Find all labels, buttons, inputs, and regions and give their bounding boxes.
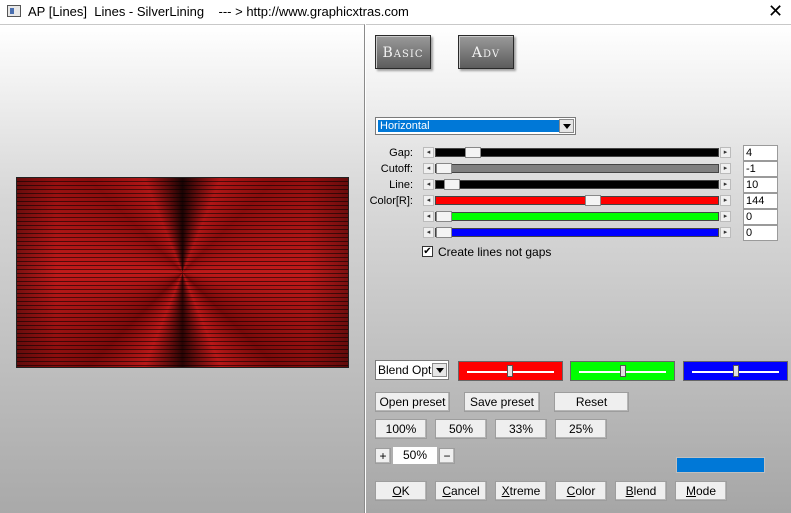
slider-left-arrow-icon[interactable]: ◂ [423, 227, 434, 238]
basic-button[interactable]: Basic [375, 35, 431, 69]
slider-right-arrow-icon[interactable]: ▸ [720, 147, 731, 158]
settings-pane [366, 24, 791, 513]
slider-label-gap: Gap: [389, 147, 413, 159]
slider-thumb-color_b[interactable] [436, 227, 452, 238]
direction-select[interactable]: Horizontal [375, 117, 576, 135]
zoom-value-field[interactable]: 50% [393, 447, 437, 464]
zoom-out-button[interactable]: − [439, 448, 455, 464]
preview-image [16, 177, 349, 368]
app-icon [7, 5, 21, 17]
green-channel-slider[interactable] [570, 361, 675, 381]
slider-thumb-line[interactable] [443, 179, 460, 190]
slider-left-arrow-icon[interactable]: ◂ [423, 147, 434, 158]
zoom-25-button[interactable]: 25% [555, 419, 607, 439]
slider-track-line[interactable] [435, 180, 719, 189]
window-title: AP [Lines] Lines - SilverLining --- > ht… [28, 4, 409, 19]
blend-button[interactable]: Blend [615, 481, 667, 501]
direction-select-value: Horizontal [378, 120, 559, 132]
slider-thumb-gap[interactable] [465, 147, 482, 158]
color-button[interactable]: Color [555, 481, 607, 501]
slider-value-cutoff[interactable]: -1 [743, 161, 778, 177]
slider-left-arrow-icon[interactable]: ◂ [423, 195, 434, 206]
slider-label-line: Line: [389, 179, 413, 191]
adv-button[interactable]: Adv [458, 35, 514, 69]
blue-channel-thumb[interactable] [733, 365, 739, 377]
slider-value-color_r[interactable]: 144 [743, 193, 778, 209]
slider-right-arrow-icon[interactable]: ▸ [720, 179, 731, 190]
create-lines-checkbox[interactable]: ✔ [422, 246, 433, 257]
slider-label-color_r: Color[R]: [369, 195, 413, 207]
zoom-100-button[interactable]: 100% [375, 419, 427, 439]
color-swatch[interactable] [676, 457, 765, 473]
mode-button[interactable]: Mode [675, 481, 727, 501]
slider-thumb-color_r[interactable] [584, 195, 601, 206]
slider-value-color_g[interactable]: 0 [743, 209, 778, 225]
slider-value-color_b[interactable]: 0 [743, 225, 778, 241]
slider-left-arrow-icon[interactable]: ◂ [423, 179, 434, 190]
create-lines-label: Create lines not gaps [438, 245, 552, 259]
xtreme-button[interactable]: Xtreme [495, 481, 547, 501]
chevron-down-icon[interactable] [432, 363, 447, 377]
green-channel-thumb[interactable] [620, 365, 626, 377]
chevron-down-icon[interactable] [559, 119, 574, 133]
slider-track-cutoff[interactable] [435, 164, 719, 173]
cancel-button[interactable]: Cancel [435, 481, 487, 501]
title-bar: AP [Lines] Lines - SilverLining --- > ht… [0, 0, 791, 24]
slider-track-color_r[interactable] [435, 196, 719, 205]
blend-options-value: Blend Optio [378, 363, 432, 377]
slider-track-color_b[interactable] [435, 228, 719, 237]
slider-label-cutoff: Cutoff: [380, 163, 413, 175]
slider-right-arrow-icon[interactable]: ▸ [720, 211, 731, 222]
open-preset-button[interactable]: Open preset [375, 392, 450, 412]
blend-options-select[interactable]: Blend Optio [375, 360, 449, 380]
slider-right-arrow-icon[interactable]: ▸ [720, 163, 731, 174]
zoom-in-button[interactable]: + [375, 448, 391, 464]
slider-left-arrow-icon[interactable]: ◂ [423, 163, 434, 174]
slider-value-line[interactable]: 10 [743, 177, 778, 193]
slider-left-arrow-icon[interactable]: ◂ [423, 211, 434, 222]
slider-value-gap[interactable]: 4 [743, 145, 778, 161]
reset-button[interactable]: Reset [554, 392, 629, 412]
slider-thumb-color_g[interactable] [436, 211, 452, 222]
slider-right-arrow-icon[interactable]: ▸ [720, 195, 731, 206]
close-button[interactable]: ✕ [760, 0, 791, 22]
slider-track-color_g[interactable] [435, 212, 719, 221]
red-channel-thumb[interactable] [507, 365, 513, 377]
slider-thumb-cutoff[interactable] [436, 163, 452, 174]
zoom-50-button[interactable]: 50% [435, 419, 487, 439]
save-preset-button[interactable]: Save preset [464, 392, 540, 412]
blue-channel-slider[interactable] [683, 361, 788, 381]
red-channel-slider[interactable] [458, 361, 563, 381]
slider-right-arrow-icon[interactable]: ▸ [720, 227, 731, 238]
ok-button[interactable]: OK [375, 481, 427, 501]
zoom-33-button[interactable]: 33% [495, 419, 547, 439]
